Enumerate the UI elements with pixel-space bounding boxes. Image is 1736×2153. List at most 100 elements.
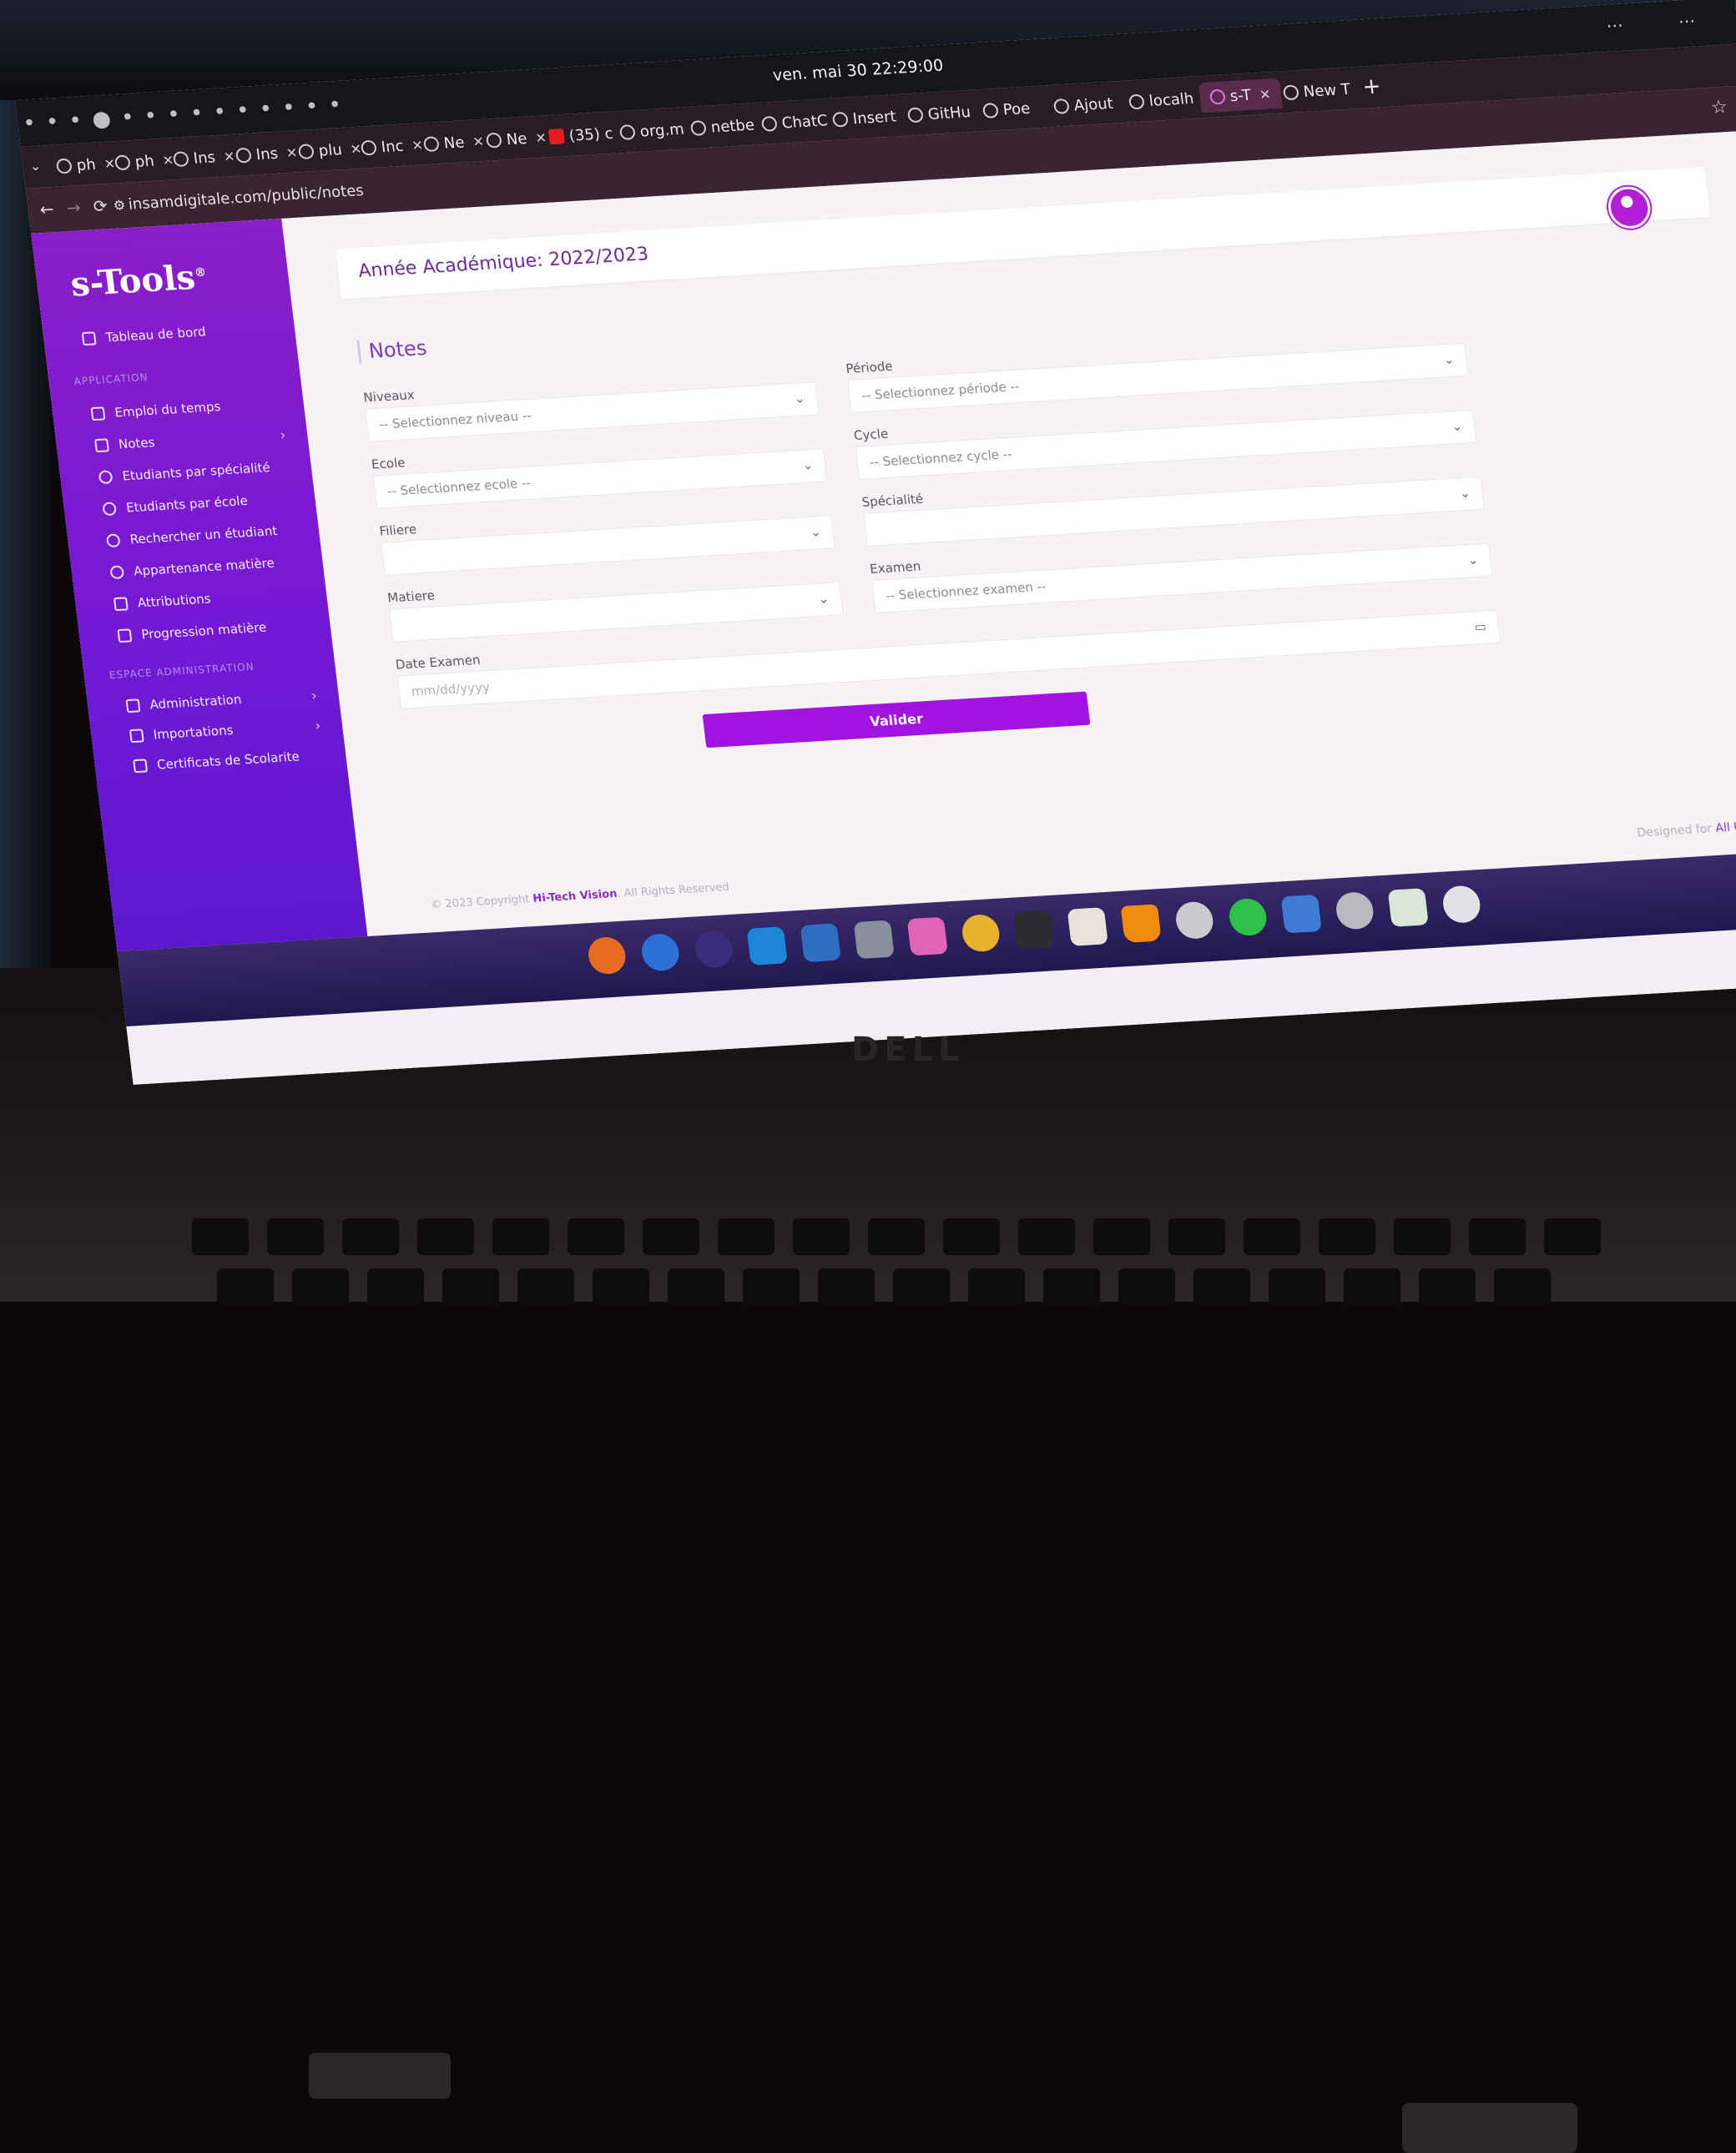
close-icon[interactable]: ✕ bbox=[223, 148, 236, 164]
settings-icon[interactable] bbox=[1335, 891, 1375, 930]
user-avatar-icon[interactable] bbox=[1606, 185, 1653, 229]
system-clock[interactable]: ven. mai 30 22:29:00 bbox=[772, 56, 945, 84]
url-field[interactable]: insamdigitale.com/public/notes bbox=[128, 182, 365, 214]
niveaux-label: Niveaux bbox=[362, 387, 416, 406]
media-player-icon[interactable] bbox=[907, 917, 948, 956]
key bbox=[1319, 1218, 1375, 1255]
tab-label: GitHu bbox=[926, 103, 972, 124]
tab-label: plu bbox=[317, 140, 343, 160]
bookmark-star-icon[interactable]: ☆ bbox=[1709, 97, 1728, 118]
examen-select[interactable]: -- Selectionnez examen -- ⌄ bbox=[871, 543, 1493, 613]
browser-tab[interactable]: ph ✕ bbox=[114, 144, 176, 178]
chevron-right-icon[interactable]: › bbox=[314, 718, 321, 734]
sidebar-item-schedule[interactable]: Emploi du temps bbox=[90, 399, 221, 421]
ubuntu-icon[interactable] bbox=[1441, 885, 1482, 924]
browser-tab[interactable]: GitHu bbox=[906, 97, 972, 130]
sidebar-item-notes[interactable]: Notes bbox=[94, 428, 263, 453]
periode-select[interactable]: -- Selectionnez période -- ⌄ bbox=[847, 343, 1469, 413]
sidebar-item-subject-progress[interactable]: Progression matière bbox=[117, 620, 267, 644]
key bbox=[1494, 1268, 1551, 1305]
app-logo[interactable]: s-Tools® bbox=[68, 257, 209, 305]
sidebar-item-imports[interactable]: Importations bbox=[129, 723, 235, 744]
key bbox=[1118, 1268, 1175, 1305]
key bbox=[517, 1268, 574, 1305]
close-icon[interactable]: ✕ bbox=[285, 144, 299, 161]
browser-tab[interactable]: ph ✕ bbox=[55, 148, 118, 181]
eclipse-icon[interactable] bbox=[694, 930, 734, 969]
virtualbox-icon[interactable] bbox=[1281, 895, 1322, 934]
software-center-icon[interactable] bbox=[1174, 901, 1215, 940]
reload-icon[interactable]: ⟳ bbox=[92, 195, 108, 216]
calendar-icon[interactable]: ▭ bbox=[1473, 619, 1486, 635]
submit-button[interactable]: Valider bbox=[703, 692, 1091, 749]
sidebar-item-label: Appartenance matière bbox=[133, 555, 275, 579]
footer-designed-for: Designed for All Users bbox=[1637, 819, 1736, 840]
sidebar-item-search-student[interactable]: Rechercher un étudiant bbox=[106, 523, 279, 548]
chevron-right-icon[interactable]: › bbox=[280, 427, 287, 443]
files-icon[interactable] bbox=[854, 920, 895, 960]
terminal-icon[interactable] bbox=[1014, 910, 1055, 950]
writer-icon[interactable] bbox=[800, 923, 841, 962]
specialite-select[interactable]: ⌄ bbox=[863, 476, 1485, 547]
chrome-icon[interactable] bbox=[961, 914, 1002, 953]
browser-tab-active[interactable]: s-T ✕ bbox=[1199, 78, 1283, 113]
browser-tab[interactable]: localh bbox=[1128, 83, 1196, 118]
tab-list-chevron-icon[interactable]: ⌄ bbox=[28, 158, 42, 174]
back-arrow-icon[interactable]: ← bbox=[38, 199, 55, 219]
browser-tab[interactable]: Ne ✕ bbox=[485, 122, 548, 155]
niveaux-placeholder: -- Selectionnez niveau -- bbox=[378, 407, 532, 432]
trash-icon[interactable] bbox=[1388, 888, 1429, 927]
sidebar-item-certificates[interactable]: Certificats de Scolarite bbox=[133, 749, 300, 774]
chevron-right-icon[interactable]: › bbox=[310, 688, 318, 703]
sidebar-item-administration[interactable]: Administration bbox=[125, 692, 242, 713]
browser-tab[interactable]: ChatC bbox=[760, 105, 830, 139]
key bbox=[568, 1218, 624, 1255]
site-info-icon[interactable]: ⚙ bbox=[113, 197, 127, 214]
browser-tab[interactable]: Insert bbox=[831, 101, 898, 135]
sidebar-item-students-by-specialty[interactable]: Etudiants par spécialité bbox=[98, 460, 271, 485]
cycle-select[interactable]: -- Selectionnez cycle -- ⌄ bbox=[855, 410, 1477, 480]
browser-tab[interactable]: Ne ✕ bbox=[422, 126, 486, 159]
browser-tab[interactable]: org.m bbox=[618, 113, 686, 148]
niveaux-select[interactable]: -- Selectionnez niveau -- ⌄ bbox=[365, 381, 820, 441]
close-icon[interactable]: ✕ bbox=[534, 129, 548, 146]
browser-tab[interactable]: netbe bbox=[689, 109, 756, 144]
sidebar-item-subject-membership[interactable]: Appartenance matière bbox=[109, 555, 275, 580]
browser-tab[interactable]: Ins ✕ bbox=[172, 141, 237, 174]
footer-brand-link[interactable]: Hi-Tech Vision bbox=[532, 888, 618, 905]
sidebar-item-dashboard[interactable]: Tableau de bord bbox=[82, 324, 207, 346]
close-icon[interactable]: ✕ bbox=[472, 133, 485, 149]
chevron-down-icon: ⌄ bbox=[817, 591, 830, 607]
vlc-icon[interactable] bbox=[1121, 904, 1162, 943]
browser-tab[interactable]: (35) c bbox=[548, 118, 615, 153]
filiere-select[interactable]: ⌄ bbox=[381, 515, 835, 575]
matiere-select[interactable]: ⌄ bbox=[389, 582, 844, 642]
phone-icon bbox=[173, 151, 189, 167]
new-tab-plus-icon[interactable]: + bbox=[1361, 73, 1382, 99]
key bbox=[1244, 1218, 1300, 1255]
ecole-select[interactable]: -- Selectionnez ecole -- ⌄ bbox=[373, 448, 828, 508]
close-icon[interactable]: ✕ bbox=[1259, 86, 1272, 103]
firefox-icon[interactable] bbox=[587, 936, 628, 976]
help-icon[interactable] bbox=[640, 933, 681, 972]
browser-tab[interactable]: Ajout bbox=[1052, 88, 1115, 122]
browser-tab[interactable]: New T bbox=[1282, 74, 1352, 108]
sidebar-item-label: Emploi du temps bbox=[114, 398, 222, 421]
browser-tab[interactable]: Poe bbox=[982, 93, 1032, 126]
browser-tab[interactable]: Inc ✕ bbox=[360, 129, 425, 163]
designed-for-link[interactable]: All Users bbox=[1715, 819, 1736, 835]
sidebar-item-students-by-school[interactable]: Etudiants par école bbox=[102, 493, 249, 517]
openai-icon bbox=[761, 116, 778, 132]
key bbox=[1419, 1268, 1476, 1305]
tab-label: Insert bbox=[851, 107, 897, 128]
archive-icon[interactable] bbox=[1067, 907, 1108, 946]
browser-tab[interactable]: plu ✕ bbox=[297, 134, 364, 168]
whatsapp-icon[interactable] bbox=[1228, 898, 1269, 937]
vscode-icon[interactable] bbox=[747, 926, 788, 966]
browser-tab[interactable]: Ins ✕ bbox=[235, 137, 300, 170]
forward-arrow-icon[interactable]: → bbox=[65, 197, 82, 218]
close-icon[interactable]: ✕ bbox=[411, 137, 424, 154]
system-menu-icon[interactable]: … … bbox=[1605, 5, 1721, 32]
sidebar-item-attributions[interactable]: Attributions bbox=[114, 591, 212, 612]
home-icon bbox=[82, 331, 97, 345]
